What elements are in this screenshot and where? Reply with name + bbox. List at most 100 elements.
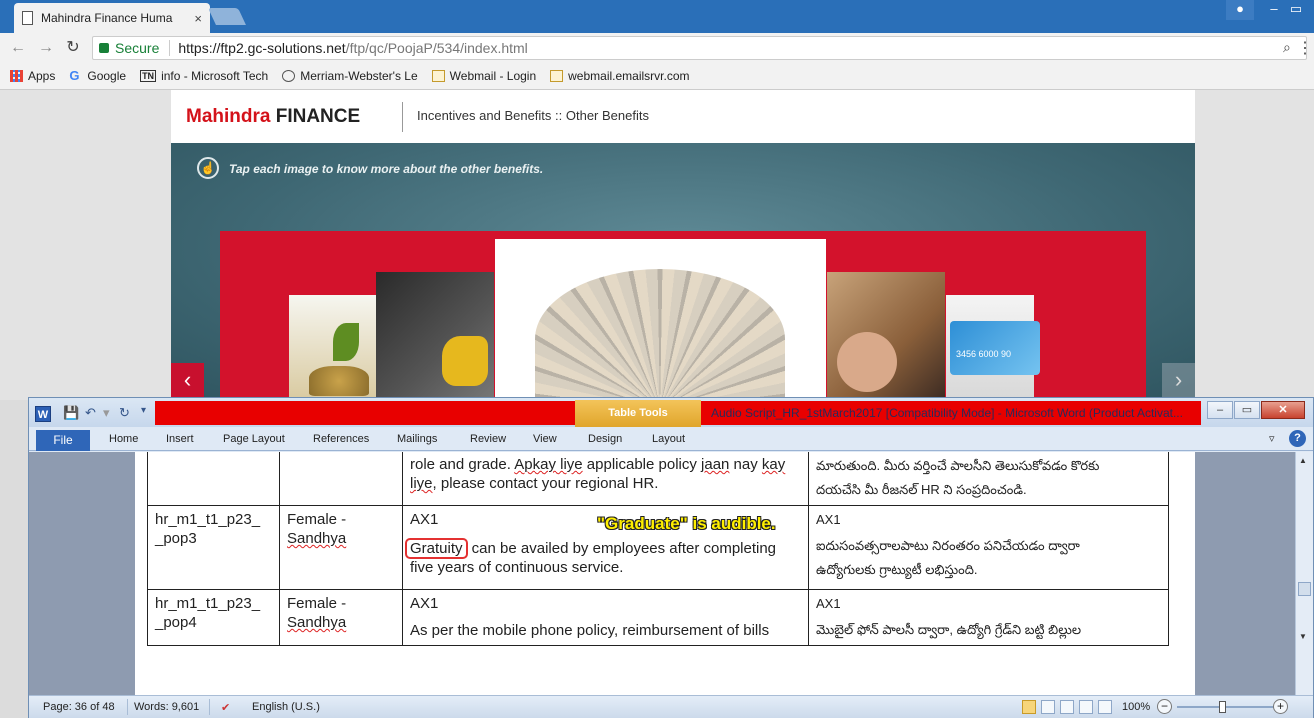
- vertical-scrollbar[interactable]: ▲ ▼: [1295, 452, 1313, 695]
- telugu-cell[interactable]: AX1 మొబైల్ ఫోన్ పాలసీ ద్వారా, ఉద్యోగి గ్…: [808, 589, 1169, 646]
- telugu-cell[interactable]: AX1 ఐదుసంవత్సరాలపాటు నిరంతరం పనిచేయడం ద్…: [808, 505, 1169, 590]
- zoom-out-button[interactable]: −: [1157, 699, 1172, 714]
- print-layout-icon[interactable]: [1022, 700, 1036, 714]
- customize-qat-icon[interactable]: ▾: [141, 405, 146, 416]
- proofing-error-icon[interactable]: ✔: [221, 701, 230, 714]
- bookmark-apps[interactable]: Apps: [10, 69, 55, 83]
- benefit-card-credit[interactable]: 3456 6000 90: [946, 295, 1040, 400]
- table-tools-label: Table Tools: [575, 400, 701, 427]
- forward-arrow-icon[interactable]: →: [36, 38, 56, 58]
- table-row: hr_m1_t1_p23_ _pop4 Female - Sandhya AX1 …: [147, 589, 1169, 646]
- ribbon-tab-bar: File Home Insert Page Layout References …: [29, 427, 1313, 451]
- page-count[interactable]: Page: 36 of 48: [43, 701, 115, 713]
- bookmark-webmail-login[interactable]: Webmail - Login: [431, 69, 537, 83]
- mail-icon: [550, 70, 564, 82]
- lock-icon: [99, 43, 109, 53]
- english-cell[interactable]: AX1 As per the mobile phone policy, reim…: [402, 589, 809, 646]
- reload-icon[interactable]: ↻: [63, 38, 83, 58]
- back-arrow-icon[interactable]: ←: [8, 38, 28, 58]
- tab-home[interactable]: Home: [109, 433, 138, 445]
- secure-label: Secure: [115, 40, 160, 56]
- document-area: role and grade. Apkay liye applicable po…: [29, 452, 1295, 695]
- document-page[interactable]: role and grade. Apkay liye applicable po…: [135, 452, 1195, 695]
- bookmark-merriam-webster[interactable]: Merriam-Webster's Le: [282, 69, 418, 83]
- zoom-slider[interactable]: [1177, 706, 1279, 708]
- full-screen-reading-icon[interactable]: [1041, 700, 1055, 714]
- redo-icon[interactable]: ↻: [119, 405, 130, 421]
- tab-references[interactable]: References: [313, 433, 369, 445]
- tab-page-layout[interactable]: Page Layout: [223, 433, 285, 445]
- outline-view-icon[interactable]: [1079, 700, 1093, 714]
- speaker-cell[interactable]: [279, 452, 403, 506]
- apps-grid-icon: [10, 70, 23, 82]
- bookmark-emailsrvr[interactable]: webmail.emailsrvr.com: [550, 69, 690, 83]
- scooter-icon: [442, 336, 488, 386]
- credit-card-icon: 3456 6000 90: [950, 321, 1040, 375]
- search-icon[interactable]: ⌕: [1283, 39, 1291, 56]
- undo-icon[interactable]: ↶: [85, 405, 96, 421]
- id-cell[interactable]: [147, 452, 280, 506]
- word-app-icon[interactable]: W: [35, 406, 51, 422]
- page-icon: [22, 11, 33, 25]
- tab-close-icon[interactable]: ×: [194, 11, 202, 26]
- tab-file[interactable]: File: [36, 430, 90, 451]
- bookmark-label: Merriam-Webster's Le: [300, 69, 418, 83]
- web-layout-icon[interactable]: [1060, 700, 1074, 714]
- tab-design[interactable]: Design: [588, 433, 622, 445]
- zoom-in-button[interactable]: +: [1273, 699, 1288, 714]
- carousel-next-button[interactable]: ›: [1162, 363, 1195, 400]
- tab-insert[interactable]: Insert: [166, 433, 194, 445]
- zoom-level[interactable]: 100%: [1122, 701, 1150, 713]
- id-cell[interactable]: hr_m1_t1_p23_ _pop4: [147, 589, 280, 646]
- tab-review[interactable]: Review: [470, 433, 506, 445]
- telugu-cell[interactable]: మారుతుంది. మీరు వర్తించే పాలసీని తెలుసుక…: [808, 452, 1169, 506]
- speaker-cell[interactable]: Female - Sandhya: [279, 589, 403, 646]
- word-restore-button[interactable]: ▭: [1234, 401, 1260, 419]
- word-count[interactable]: Words: 9,601: [134, 701, 199, 713]
- benefit-card-gratuity[interactable]: [495, 239, 826, 400]
- user-profile-icon[interactable]: ●: [1226, 0, 1254, 20]
- benefit-card-mobile[interactable]: [827, 272, 945, 400]
- benefit-card-vehicle[interactable]: [376, 272, 494, 400]
- word-window: W 💾 ↶ ▾ ↻ ▾ Table Tools Audio Script_HR_…: [28, 397, 1314, 718]
- id-cell[interactable]: hr_m1_t1_p23_ _pop3: [147, 505, 280, 590]
- carousel-prev-button[interactable]: ‹: [171, 363, 204, 400]
- draft-view-icon[interactable]: [1098, 700, 1112, 714]
- word-close-button[interactable]: ✕: [1261, 401, 1305, 419]
- bookmark-google[interactable]: G Google: [69, 69, 126, 83]
- google-g-icon: G: [69, 68, 80, 83]
- bookmark-label: info - Microsoft Tech: [161, 69, 269, 83]
- scroll-thumb[interactable]: [1298, 582, 1311, 596]
- help-icon[interactable]: ?: [1289, 430, 1306, 447]
- save-icon[interactable]: 💾: [63, 405, 79, 421]
- maximize-window-button[interactable]: ▭: [1282, 0, 1310, 20]
- scroll-up-icon[interactable]: ▲: [1299, 456, 1307, 465]
- bookmark-label: Apps: [28, 69, 56, 83]
- zoom-slider-thumb[interactable]: [1219, 701, 1226, 713]
- english-cell[interactable]: role and grade. Apkay liye applicable po…: [402, 452, 809, 506]
- scroll-down-icon[interactable]: ▼: [1299, 632, 1307, 641]
- title-highlight: [155, 401, 575, 425]
- ribbon-minimize-icon[interactable]: ▿: [1269, 432, 1275, 445]
- tab-mailings[interactable]: Mailings: [397, 433, 437, 445]
- dropdown-caret-icon[interactable]: ▾: [103, 405, 110, 421]
- review-annotation: "Graduate" is audible.: [597, 514, 776, 533]
- bookmark-label: Webmail - Login: [449, 69, 537, 83]
- word-minimize-button[interactable]: –: [1207, 401, 1233, 419]
- language-indicator[interactable]: English (U.S.): [252, 701, 320, 713]
- tab-view[interactable]: View: [533, 433, 557, 445]
- currency-fan-image: [535, 269, 785, 400]
- web-page: Mahindra FINANCE Incentives and Benefits…: [0, 90, 1314, 400]
- browser-tab[interactable]: Mahindra Finance Huma ×: [14, 3, 210, 33]
- speaker-cell[interactable]: Female - Sandhya: [279, 505, 403, 590]
- address-bar[interactable]: Secure https://ftp2.gc-solutions.net/ftp…: [92, 36, 1313, 60]
- menu-icon[interactable]: ⋮: [1297, 38, 1313, 58]
- bookmarks-bar: Apps G Google TN info - Microsoft Tech M…: [0, 63, 1314, 90]
- tab-layout[interactable]: Layout: [652, 433, 685, 445]
- benefit-card-savings[interactable]: [289, 295, 377, 400]
- site-header: Mahindra FINANCE Incentives and Benefits…: [171, 90, 1195, 143]
- header-divider: [402, 102, 403, 132]
- new-tab-button[interactable]: [208, 8, 246, 25]
- bookmark-microsoft-tech[interactable]: TN info - Microsoft Tech: [140, 69, 268, 83]
- browser-toolbar: ← → ↻ Secure https://ftp2.gc-solutions.n…: [0, 33, 1314, 63]
